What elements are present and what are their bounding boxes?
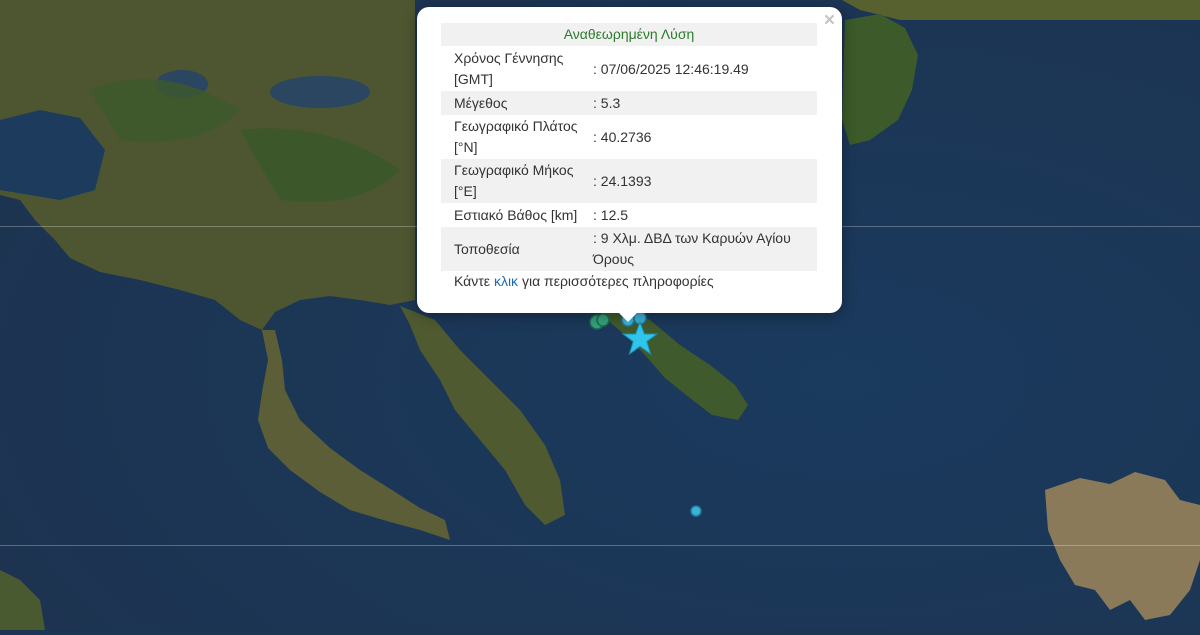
row-magnitude: Μέγεθος : 5.3	[441, 91, 817, 115]
value-longitude: : 24.1393	[593, 172, 652, 189]
label-origin-time: Χρόνος Γέννησης [GMT]	[454, 50, 564, 87]
value-location: : 9 Χλμ. ΔΒΔ των Καρυών Αγίου Όρους	[593, 230, 791, 267]
event-marker[interactable]	[596, 313, 610, 327]
label-location: Τοποθεσία	[454, 240, 520, 257]
label-magnitude: Μέγεθος	[454, 94, 508, 111]
details-table: Χρόνος Γέννησης [GMT] : 07/06/2025 12:46…	[441, 47, 817, 271]
label-longitude: Γεωγραφικό Μήκος [°E]	[454, 162, 574, 199]
row-latitude: Γεωγραφικό Πλάτος [°N] : 40.2736	[441, 115, 817, 159]
label-latitude: Γεωγραφικό Πλάτος [°N]	[454, 118, 578, 155]
event-marker[interactable]	[690, 505, 702, 517]
value-depth: : 12.5	[593, 206, 629, 223]
earthquake-popup: × Αναθεωρημένη Λύση Χρόνος Γέννησης [GMT…	[417, 7, 842, 313]
footer-prefix: Κάντε	[454, 273, 491, 289]
row-longitude: Γεωγραφικό Μήκος [°E] : 24.1393	[441, 159, 817, 203]
value-origin-time: : 07/06/2025 12:46:19.49	[593, 60, 749, 77]
close-icon[interactable]: ×	[824, 10, 835, 32]
value-latitude: : 40.2736	[593, 128, 652, 145]
footer-suffix: για περισσότερες πληροφορίες	[521, 273, 714, 289]
label-depth: Εστιακό Βάθος [km]	[454, 206, 578, 223]
value-magnitude: : 5.3	[593, 94, 621, 111]
more-info-link[interactable]: κλικ	[494, 273, 518, 289]
row-location: Τοποθεσία : 9 Χλμ. ΔΒΔ των Καρυών Αγίου …	[441, 227, 817, 271]
row-origin-time: Χρόνος Γέννησης [GMT] : 07/06/2025 12:46…	[441, 47, 817, 91]
popup-tip	[618, 312, 638, 322]
star-icon[interactable]	[621, 320, 659, 356]
popup-footer: Κάντε κλικ για περισσότερες πληροφορίες	[454, 273, 714, 289]
row-depth: Εστιακό Βάθος [km] : 12.5	[441, 203, 817, 227]
popup-title: Αναθεωρημένη Λύση	[441, 23, 817, 46]
